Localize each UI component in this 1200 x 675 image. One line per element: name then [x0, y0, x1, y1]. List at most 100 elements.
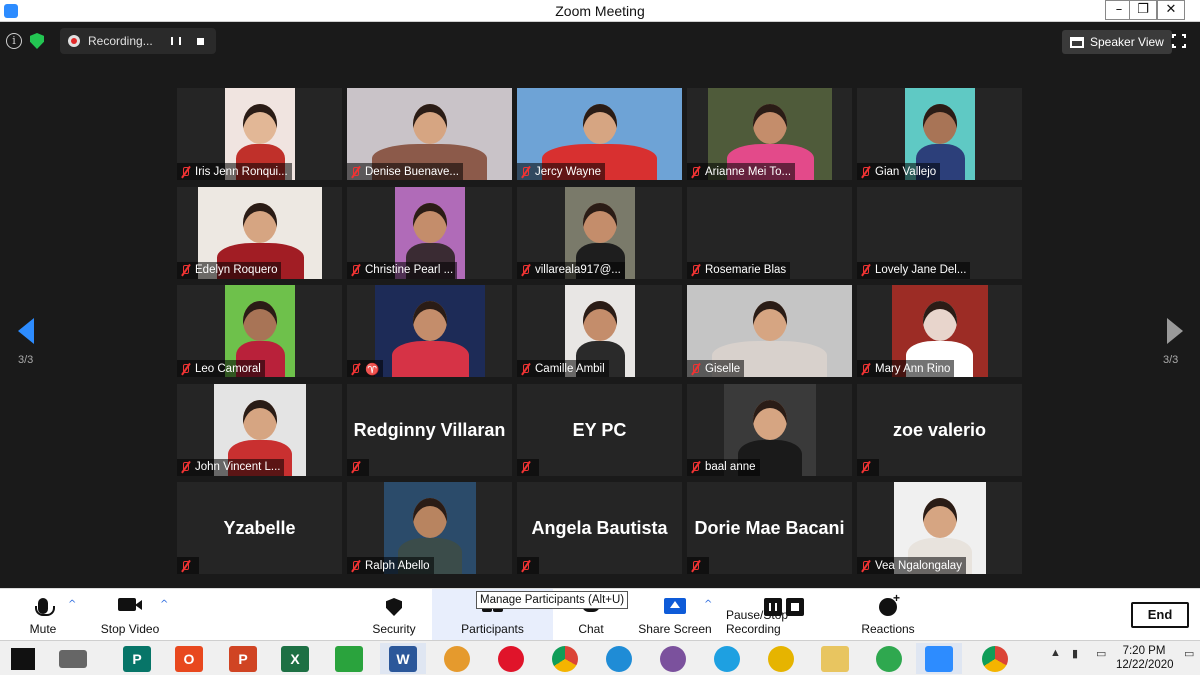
- keyboard-icon[interactable]: [50, 643, 96, 674]
- participant-name: Mary Ann Rino: [875, 362, 951, 375]
- network-signal-icon[interactable]: ▮: [1072, 647, 1078, 660]
- participant-tile[interactable]: villareala917@...: [517, 186, 682, 279]
- share-screen-button[interactable]: Share Screen: [638, 589, 712, 641]
- participant-tile[interactable]: Ralph Abello: [347, 482, 512, 574]
- battery-icon[interactable]: ▭: [1096, 647, 1106, 660]
- recording-dot-icon: [68, 35, 80, 47]
- participant-tile[interactable]: Denise Buenave...: [347, 88, 512, 180]
- participant-tile[interactable]: Arianne Mei To...: [687, 88, 852, 180]
- stop-video-button[interactable]: Stop Video: [96, 589, 164, 641]
- muted-microphone-icon: [179, 363, 191, 375]
- tray-overflow-chevron-icon[interactable]: ▲: [1050, 647, 1061, 659]
- windows-start-icon[interactable]: [0, 643, 46, 674]
- lock-app-icon[interactable]: [758, 643, 804, 674]
- participant-tile[interactable]: Dorie Mae Bacani: [687, 482, 852, 574]
- edge-icon[interactable]: [596, 643, 642, 674]
- publisher-icon[interactable]: P: [114, 643, 160, 674]
- muted-microphone-icon: [519, 461, 531, 473]
- encryption-shield-icon[interactable]: [30, 33, 44, 49]
- muted-microphone-icon: [689, 363, 701, 375]
- close-button[interactable]: ✕: [1157, 0, 1185, 20]
- muted-microphone-icon: [519, 264, 531, 276]
- participant-tile[interactable]: EY PC: [517, 383, 682, 476]
- participant-tile[interactable]: Angela Bautista: [517, 482, 682, 574]
- participant-tile[interactable]: ♈: [347, 285, 512, 377]
- end-meeting-button[interactable]: End: [1131, 602, 1189, 628]
- participant-tile[interactable]: Iris Jenn Ronqui...: [177, 88, 342, 180]
- chrome-icon[interactable]: [542, 643, 588, 674]
- previous-page-arrow-icon[interactable]: [18, 318, 34, 344]
- participant-tile[interactable]: Christine Pearl ...: [347, 186, 512, 279]
- muted-microphone-icon: [349, 461, 361, 473]
- chat-label: Chat: [578, 622, 604, 636]
- participant-tile[interactable]: zoe valerio: [857, 383, 1022, 476]
- muted-microphone-icon: [349, 560, 361, 572]
- participant-display-name: Dorie Mae Bacani: [694, 518, 845, 538]
- security-button[interactable]: Security: [366, 589, 422, 641]
- internet-explorer-icon[interactable]: [704, 643, 750, 674]
- participant-name-label: villareala917@...: [517, 261, 625, 279]
- muted-microphone-icon: [179, 264, 191, 276]
- participant-name: Rosemarie Blas: [705, 264, 787, 276]
- participant-name: baal anne: [705, 461, 756, 473]
- participant-tile[interactable]: Mary Ann Rino: [857, 285, 1022, 377]
- notification-icon[interactable]: ▭: [1184, 647, 1194, 660]
- zoom-taskbar-icon[interactable]: [916, 643, 962, 674]
- chrome-icon-2[interactable]: [972, 643, 1018, 674]
- participant-tile[interactable]: baal anne: [687, 383, 852, 476]
- cat-app-icon[interactable]: [434, 643, 480, 674]
- pause-recording-icon[interactable]: [168, 33, 184, 49]
- participant-tile[interactable]: Gian Vallejo: [857, 88, 1022, 180]
- muted-microphone-icon: [689, 461, 701, 473]
- participant-name-label: [687, 557, 709, 574]
- speaker-view-label: Speaker View: [1090, 35, 1164, 49]
- share-options-chevron-up-icon[interactable]: ^: [704, 599, 712, 610]
- word-icon[interactable]: W: [380, 643, 426, 674]
- window-titlebar: Zoom Meeting – ❐ ✕: [0, 0, 1200, 22]
- system-clock[interactable]: 7:20 PM 12/22/2020: [1116, 644, 1174, 672]
- participant-tile[interactable]: Yzabelle: [177, 482, 342, 574]
- participant-tile[interactable]: Vea Ngalongalay: [857, 482, 1022, 574]
- store-icon[interactable]: [326, 643, 372, 674]
- audio-options-chevron-up-icon[interactable]: ^: [68, 599, 76, 610]
- video-options-chevron-up-icon[interactable]: ^: [160, 599, 168, 610]
- utorrent-icon[interactable]: [866, 643, 912, 674]
- participant-name-label: Edelyn Roquero: [177, 261, 282, 279]
- participant-tile[interactable]: John Vincent L...: [177, 383, 342, 476]
- participant-tile[interactable]: Edelyn Roquero: [177, 186, 342, 279]
- participant-tile[interactable]: Rosemarie Blas: [687, 186, 852, 279]
- fullscreen-icon[interactable]: [1171, 33, 1187, 49]
- participant-name-label: Ralph Abello: [347, 557, 434, 574]
- stop-recording-icon[interactable]: [192, 33, 208, 49]
- participant-tile[interactable]: Jercy Wayne: [517, 88, 682, 180]
- mute-label: Mute: [29, 622, 57, 636]
- reactions-button[interactable]: Reactions: [860, 589, 916, 641]
- security-label: Security: [372, 622, 416, 636]
- mute-button[interactable]: Mute: [18, 589, 68, 641]
- participant-tile[interactable]: Giselle: [687, 285, 852, 377]
- pause-stop-recording-button[interactable]: Pause/Stop Recording: [726, 589, 844, 641]
- participant-name-label: Iris Jenn Ronqui...: [177, 163, 292, 180]
- smiley-reaction-icon: [879, 591, 900, 616]
- speaker-view-button[interactable]: Speaker View: [1062, 30, 1172, 54]
- viber-icon[interactable]: [650, 643, 696, 674]
- next-page-arrow-icon[interactable]: [1167, 318, 1183, 344]
- participant-tile[interactable]: Lovely Jane Del...: [857, 186, 1022, 279]
- security-shield-icon: [386, 598, 402, 616]
- reactions-label: Reactions: [861, 622, 915, 636]
- page-indicator-right: 3/3: [1163, 354, 1179, 366]
- muted-microphone-icon: [519, 363, 531, 375]
- opera-icon[interactable]: [488, 643, 534, 674]
- participant-name-label: [517, 557, 539, 574]
- file-explorer-icon[interactable]: [812, 643, 858, 674]
- info-icon[interactable]: i: [6, 33, 22, 49]
- participant-tile[interactable]: Camille Ambil: [517, 285, 682, 377]
- excel-icon[interactable]: X: [272, 643, 318, 674]
- participant-tile[interactable]: Redginny Villaran: [347, 383, 512, 476]
- participant-name: Jercy Wayne: [535, 165, 602, 178]
- participant-tile[interactable]: Leo Camoral: [177, 285, 342, 377]
- powerpoint-icon[interactable]: P: [220, 643, 266, 674]
- office-icon[interactable]: O: [166, 643, 212, 674]
- restore-button[interactable]: ❐: [1129, 0, 1157, 20]
- windows-taskbar: P O P X W ▲ ▮ ▭ 7:20 PM 12/22/2020 ▭: [0, 640, 1200, 675]
